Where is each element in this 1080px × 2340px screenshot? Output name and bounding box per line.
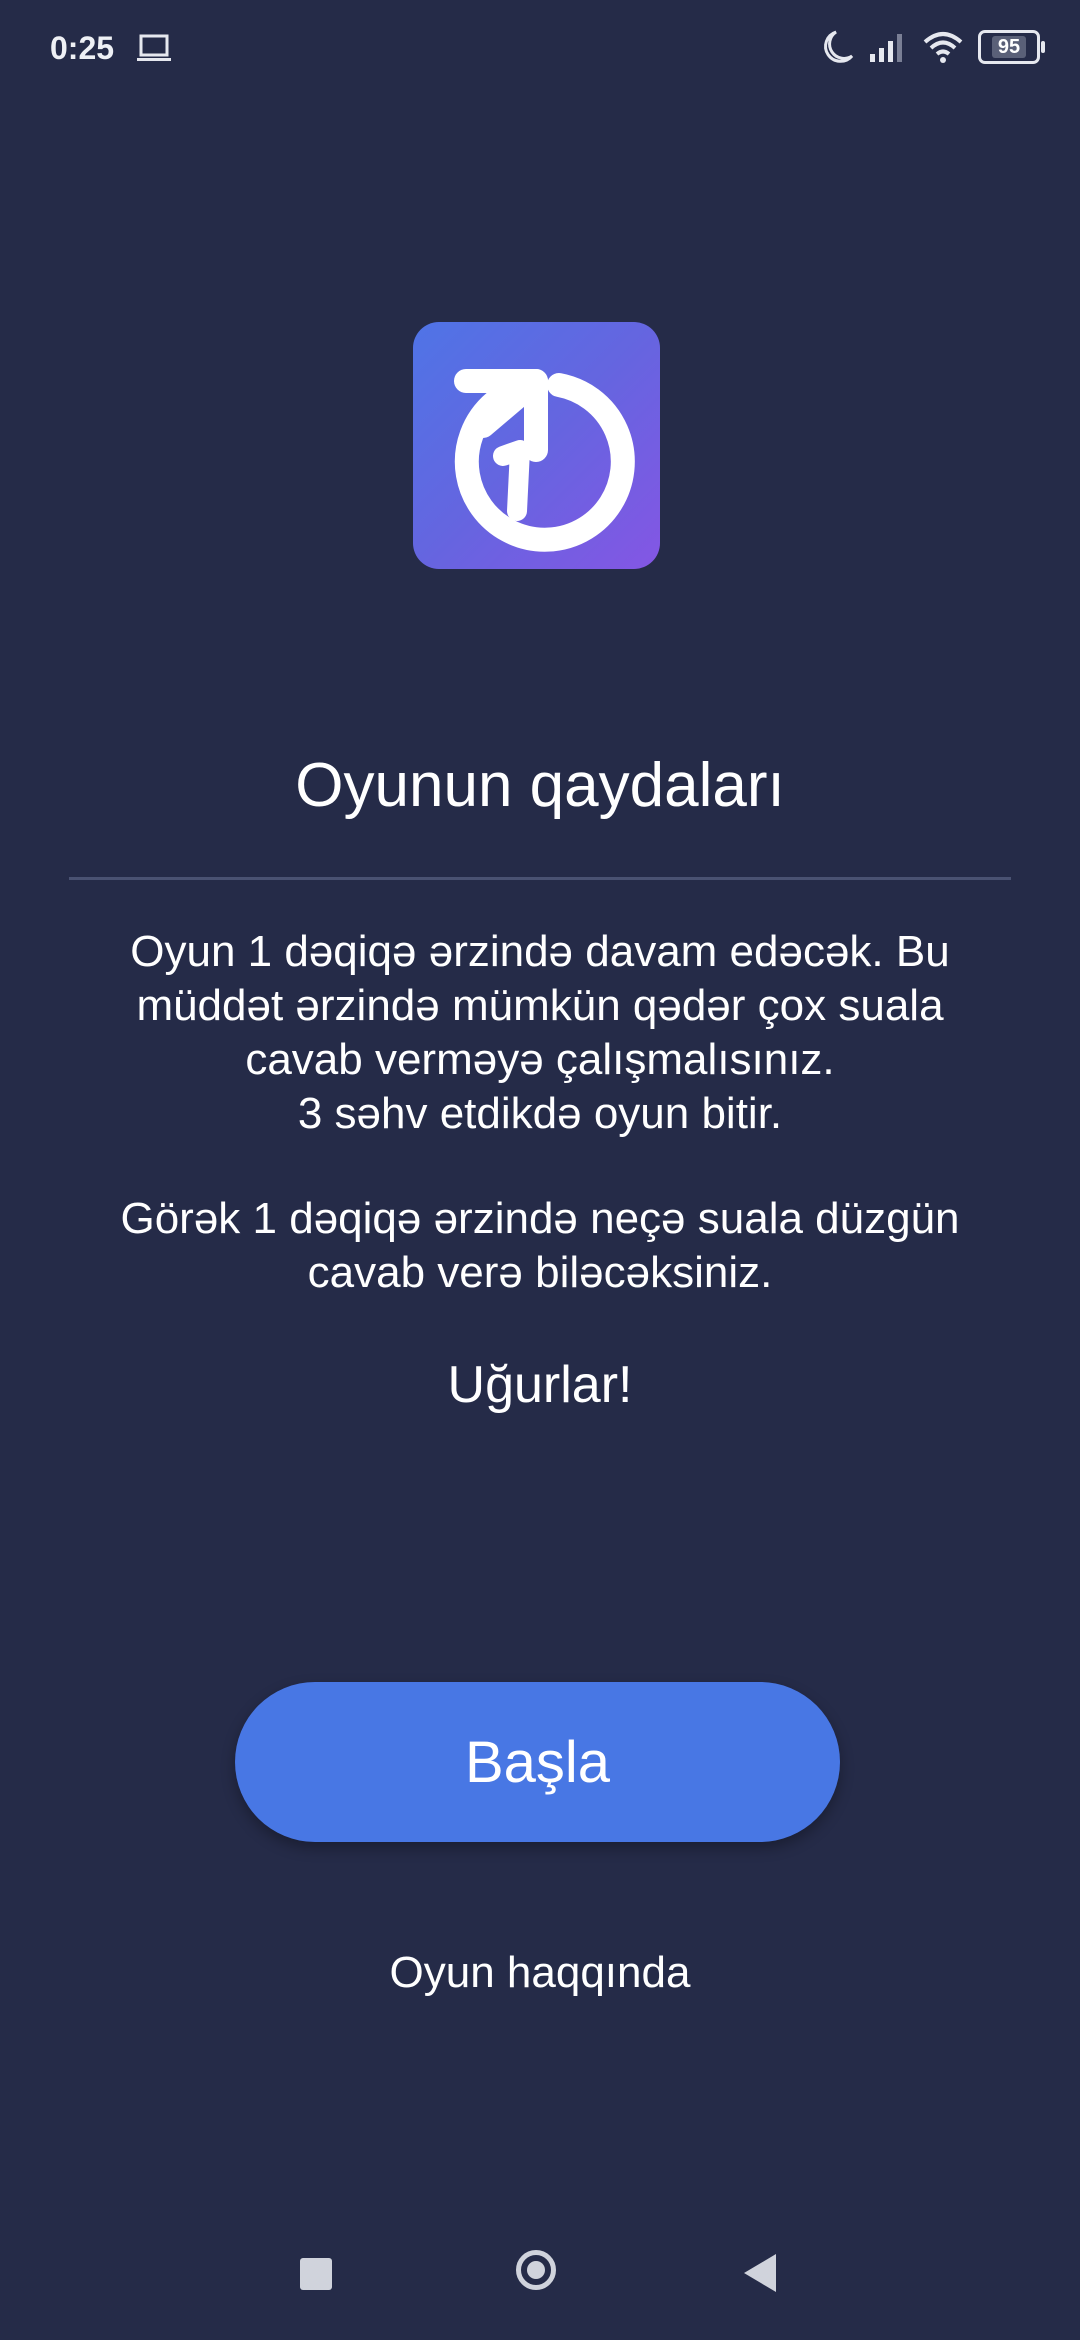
navigation-bar: [0, 2240, 1080, 2310]
wifi-icon: [923, 32, 963, 63]
rules-line: cavab verə biləcəksiniz.: [307, 1248, 773, 1297]
battery-icon: 95: [978, 30, 1045, 64]
rules-line: cavab verməyə çalışmalısınız.: [245, 1035, 835, 1084]
home-icon[interactable]: [516, 2250, 556, 2290]
clock: 0:25: [50, 30, 115, 66]
rules-line: müddət ərzində mümkün qədər çox suala: [136, 981, 944, 1030]
start-button[interactable]: Başla: [235, 1682, 840, 1842]
timer-one-icon: [454, 369, 635, 552]
laptop-icon: [137, 34, 171, 61]
rules-line: 3 səhv etdikdə oyun bitir.: [297, 1089, 783, 1138]
about-game-link[interactable]: Oyun haqqında: [0, 1948, 1080, 1998]
good-luck-text: Uğurlar!: [447, 1356, 633, 1414]
rules-line: Oyun 1 dəqiqə ərzində davam edəcək. Bu: [130, 927, 950, 976]
signal-icon: [870, 34, 902, 62]
rules-line: Görək 1 dəqiqə ərzində neçə suala düzgün: [120, 1194, 960, 1243]
app-logo: [413, 322, 660, 569]
recents-icon[interactable]: [300, 2258, 332, 2290]
moon-icon: [824, 30, 854, 63]
back-icon[interactable]: [744, 2254, 776, 2292]
battery-level: 95: [991, 36, 1027, 58]
status-bar: 0:25 95: [0, 0, 1080, 100]
rules-paragraph-2: Görək 1 dəqiqə ərzində neçə suala düzgün…: [40, 1192, 1040, 1300]
rules-paragraph-1: Oyun 1 dəqiqə ərzində davam edəcək. Bu m…: [40, 925, 1040, 1141]
divider: [69, 877, 1011, 880]
page-title: Oyunun qaydaları: [295, 751, 785, 820]
